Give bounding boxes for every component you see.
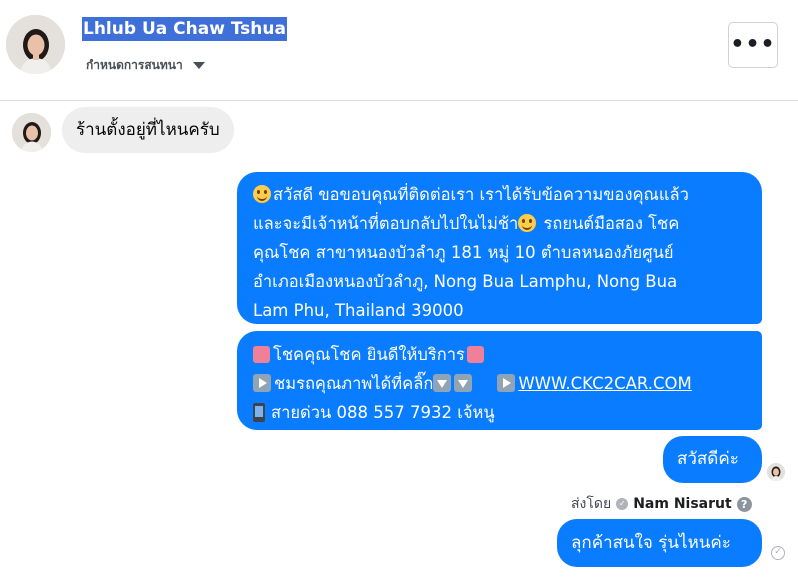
auto-reply-text-2: และจะมีเจ้าหน้าที่ตอบกลับไปในไม่ช้า xyxy=(253,214,519,233)
more-options-button[interactable]: ••• xyxy=(728,22,778,68)
down-arrow-emoji xyxy=(433,374,452,392)
seen-avatar xyxy=(767,463,785,481)
auto-reply-line-1: สวัสดี ขอขอบคุณที่ติดต่อเรา เราได้รับข้อ… xyxy=(253,180,748,209)
help-icon[interactable]: ? xyxy=(736,496,752,512)
promo-message-bubble[interactable]: โชคคุณโชค ยินดีให้บริการ ชมรถคุณภาพได้ที… xyxy=(237,331,762,430)
woman-avatar-image xyxy=(12,113,51,152)
auto-reply-text-1: สวัสดี ขอขอบคุณที่ติดต่อเรา เราได้รับข้อ… xyxy=(273,185,689,204)
conversation-header: Lhlub Ua Chaw Tshua กำหนดการสนทนา ••• xyxy=(0,0,798,101)
auto-reply-line-4: อำเภอเมืองหนองบัวลำภู, Nong Bua Lamphu, … xyxy=(253,272,678,291)
auto-reply-line-5: Lam Phu, Thailand 39000 xyxy=(253,301,464,320)
promo-text-3: สายด่วน 088 557 7932 เจ้หนู xyxy=(271,403,495,422)
woman-avatar-image xyxy=(767,463,785,481)
promo-text-2: ชมรถคุณภาพได้ที่คลิ๊ก xyxy=(274,374,434,393)
auto-reply-text-2-tail: รถยนต์มือสอง โชค xyxy=(538,214,680,233)
contact-avatar[interactable] xyxy=(6,15,65,74)
auto-reply-line-2: และจะมีเจ้าหน้าที่ตอบกลับไปในไม่ช้า รถยน… xyxy=(253,209,748,238)
promo-text-1: โชคคุณโชค ยินดีให้บริการ xyxy=(273,345,465,364)
website-link[interactable]: WWW.CKC2CAR.COM xyxy=(518,374,691,393)
sent-by-name[interactable]: Nam Nisarut xyxy=(633,496,732,512)
promo-line-1: โชคคุณโชค ยินดีให้บริการ xyxy=(253,340,748,369)
play-button-emoji xyxy=(253,374,271,392)
laugh-emoji xyxy=(518,214,537,232)
sent-by-prefix: ส่งโดย xyxy=(571,496,612,512)
sent-by-label: ส่งโดย ✓ Nam Nisarut ? xyxy=(571,493,752,515)
incoming-message-bubble[interactable]: ร้านตั้งอยู่ที่ไหนครับ xyxy=(62,107,234,153)
outgoing-greeting-bubble[interactable]: สวัสดีค่ะ xyxy=(663,436,762,483)
sent-check-icon: ✓ xyxy=(771,546,785,560)
sparkle-emoji xyxy=(466,346,484,363)
contact-name[interactable]: Lhlub Ua Chaw Tshua xyxy=(82,17,287,41)
conversation-settings-label: กำหนดการสนทนา xyxy=(86,57,183,72)
auto-reply-line-3: คุณโชค สาขาหนองบัวลำภู 181 หมู่ 10 ตำบลห… xyxy=(253,243,674,262)
outgoing-greeting-text: สวัสดีค่ะ xyxy=(677,449,739,469)
down-arrow-emoji xyxy=(454,374,473,392)
promo-line-2: ชมรถคุณภาพได้ที่คลิ๊ก WWW.CKC2CAR.COM xyxy=(253,369,748,398)
sparkle-emoji xyxy=(253,346,270,363)
more-dots-icon: ••• xyxy=(730,32,776,57)
incoming-message-text: ร้านตั้งอยู่ที่ไหนครับ xyxy=(76,120,220,140)
outgoing-question-bubble[interactable]: ลุกค้าสนใจ รุ่นไหนค่ะ xyxy=(557,519,762,567)
smile-emoji xyxy=(253,185,271,203)
play-button-emoji xyxy=(497,374,516,392)
check-icon: ✓ xyxy=(616,498,629,510)
sender-avatar[interactable] xyxy=(12,113,51,152)
auto-reply-message-bubble[interactable]: สวัสดี ขอขอบคุณที่ติดต่อเรา เราได้รับข้อ… xyxy=(237,172,762,324)
outgoing-question-text: ลุกค้าสนใจ รุ่นไหนค่ะ xyxy=(571,533,731,553)
mobile-phone-emoji xyxy=(253,403,265,422)
woman-avatar-image xyxy=(6,15,65,74)
promo-line-3: สายด่วน 088 557 7932 เจ้หนู xyxy=(253,398,748,427)
conversation-settings-dropdown[interactable]: กำหนดการสนทนา xyxy=(86,55,205,75)
caret-down-icon xyxy=(192,61,205,69)
